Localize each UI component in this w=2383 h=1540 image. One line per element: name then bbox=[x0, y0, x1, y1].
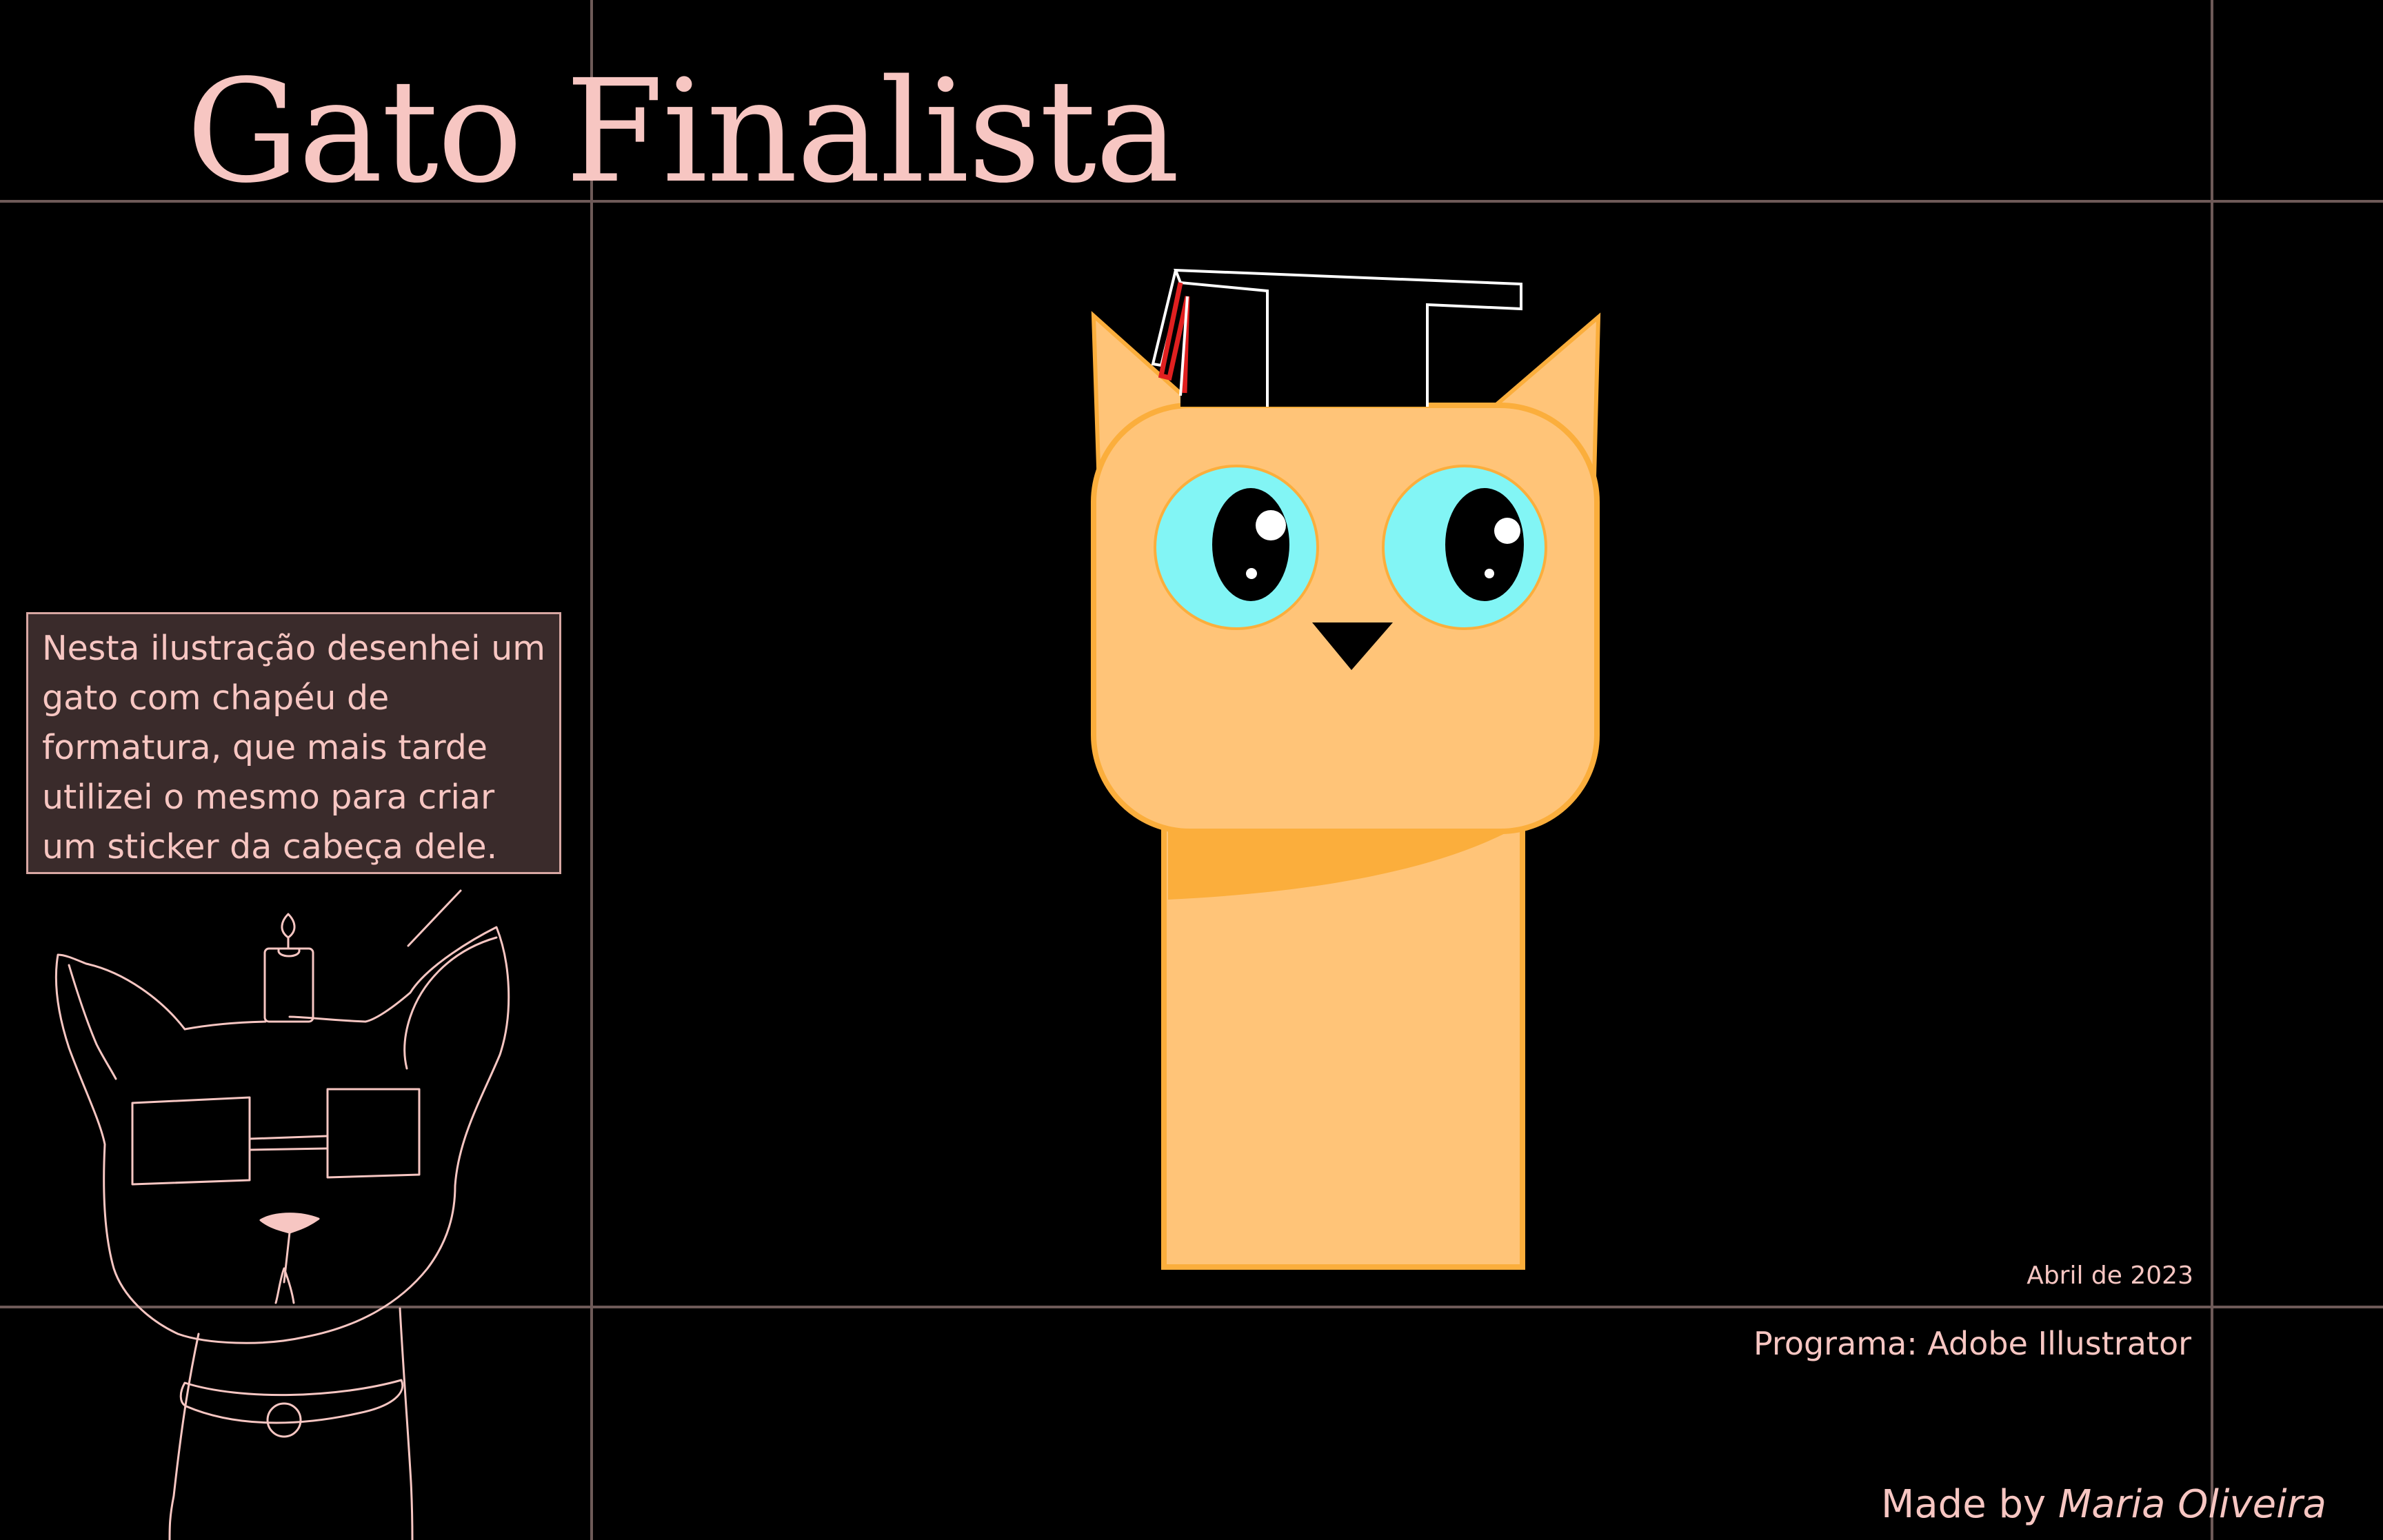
mascot-neck bbox=[168, 1333, 200, 1540]
mascot-right-inner-ear bbox=[403, 936, 498, 1070]
caption-speech-box: Nesta ilustração desenhei um gato com ch… bbox=[26, 612, 561, 874]
mascot-collar-tag bbox=[266, 1402, 302, 1438]
sunglasses-icon bbox=[131, 1088, 421, 1186]
caption-line: um sticker da cabeça dele. bbox=[42, 827, 498, 867]
caption-line: gato com chapéu de bbox=[42, 678, 390, 718]
signature-prefix: Made by bbox=[1881, 1482, 2058, 1527]
cat-head bbox=[1091, 403, 1600, 834]
mascot-collar bbox=[179, 1379, 404, 1424]
candle-icon bbox=[263, 913, 314, 1023]
program-label: Programa: Adobe Illustrator bbox=[1753, 1325, 2191, 1362]
cat-left-pupil bbox=[1212, 488, 1289, 601]
graduate-cat-illustration bbox=[1091, 268, 1601, 1270]
mascot-head-outline bbox=[54, 926, 510, 1344]
signature: Made by Maria Oliveira bbox=[1881, 1482, 2326, 1527]
signature-author: Maria Oliveira bbox=[2058, 1482, 2326, 1527]
date-label: Abril de 2023 bbox=[2027, 1262, 2193, 1290]
caption-line: formatura, que mais tarde bbox=[42, 728, 487, 767]
caption-line: Nesta ilustração desenhei um bbox=[42, 629, 546, 668]
mascot-left-inner-ear bbox=[68, 964, 117, 1080]
cat-right-pupil bbox=[1445, 488, 1524, 601]
mascot-nose bbox=[259, 1213, 320, 1234]
graduation-cap-icon bbox=[1151, 268, 1522, 407]
speech-bubble-tail bbox=[407, 889, 462, 947]
line-art-cat-with-sunglasses-and-candle bbox=[54, 889, 510, 1540]
caption-line: utilizei o mesmo para criar bbox=[42, 778, 495, 817]
